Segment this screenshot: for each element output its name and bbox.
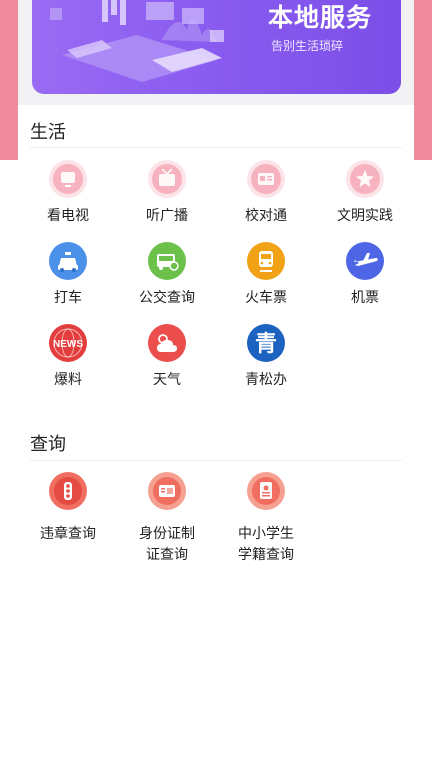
service-id-query[interactable]: 身份证制 证查询 (117, 472, 217, 566)
service-label: 火车票 (245, 290, 287, 306)
banner-subtitle: 告别生活琐碎 (271, 39, 344, 53)
service-label-line2: 证查询 (146, 547, 188, 563)
radio-icon (148, 160, 186, 198)
service-label: 爆料 (54, 372, 82, 388)
service-label: 看电视 (47, 208, 89, 224)
service-label: 听广播 (146, 208, 188, 224)
banner-area: 本地服务 告别生活琐碎 (18, 0, 414, 105)
service-label-line1: 身份证制 (139, 526, 195, 542)
service-label-line2: 学籍查询 (238, 547, 294, 563)
service-qingsong[interactable]: 青 青松办 (216, 324, 316, 391)
section-divider (30, 460, 402, 461)
svg-text:NEWS: NEWS (53, 339, 83, 350)
service-label: 青松办 (245, 372, 287, 388)
bus-icon (148, 242, 186, 280)
section-title-life: 生活 (30, 122, 66, 143)
tv-icon (49, 160, 87, 198)
train-icon (247, 242, 285, 280)
student-record-icon (247, 472, 285, 510)
service-label: 校对通 (245, 208, 287, 224)
weather-icon (148, 324, 186, 362)
section-divider (30, 147, 402, 148)
service-bus[interactable]: 公交查询 (117, 242, 217, 309)
service-violation-query[interactable]: 违章查询 (18, 472, 118, 545)
id-document-icon (148, 472, 186, 510)
right-pink-strip (414, 0, 432, 160)
id-card-icon (247, 160, 285, 198)
banner-title: 本地服务 (268, 3, 373, 32)
service-label: 打车 (54, 290, 82, 306)
local-service-banner[interactable]: 本地服务 告别生活琐碎 (32, 0, 401, 94)
services-card: 本地服务 告别生活琐碎 生活 看电视 听广播 校对通 文明实践 打车 公交查询 … (18, 0, 414, 768)
service-radio[interactable]: 听广播 (117, 160, 217, 227)
plane-icon (346, 242, 384, 280)
service-label-line1: 中小学生 (238, 526, 294, 542)
service-label: 公交查询 (139, 290, 195, 306)
service-taxi[interactable]: 打车 (18, 242, 118, 309)
taxi-icon (49, 242, 87, 280)
service-proofread[interactable]: 校对通 (216, 160, 316, 227)
service-label: 机票 (351, 290, 379, 306)
service-train[interactable]: 火车票 (216, 242, 316, 309)
service-label: 违章查询 (40, 526, 96, 542)
traffic-light-icon (49, 472, 87, 510)
service-student-query[interactable]: 中小学生 学籍查询 (216, 472, 316, 566)
news-icon: NEWS (49, 324, 87, 362)
service-civilization[interactable]: 文明实践 (315, 160, 415, 227)
service-label: 文明实践 (337, 208, 393, 224)
service-report[interactable]: NEWS 爆料 (18, 324, 118, 391)
service-weather[interactable]: 天气 (117, 324, 217, 391)
service-tv[interactable]: 看电视 (18, 160, 118, 227)
left-pink-strip (0, 0, 18, 160)
section-title-query: 查询 (30, 434, 66, 455)
star-icon (346, 160, 384, 198)
service-flight[interactable]: 机票 (315, 242, 415, 309)
banner-illustration (50, 0, 224, 82)
qingsong-icon: 青 (247, 324, 285, 362)
svg-text:青: 青 (255, 332, 277, 357)
service-label: 天气 (153, 372, 181, 388)
